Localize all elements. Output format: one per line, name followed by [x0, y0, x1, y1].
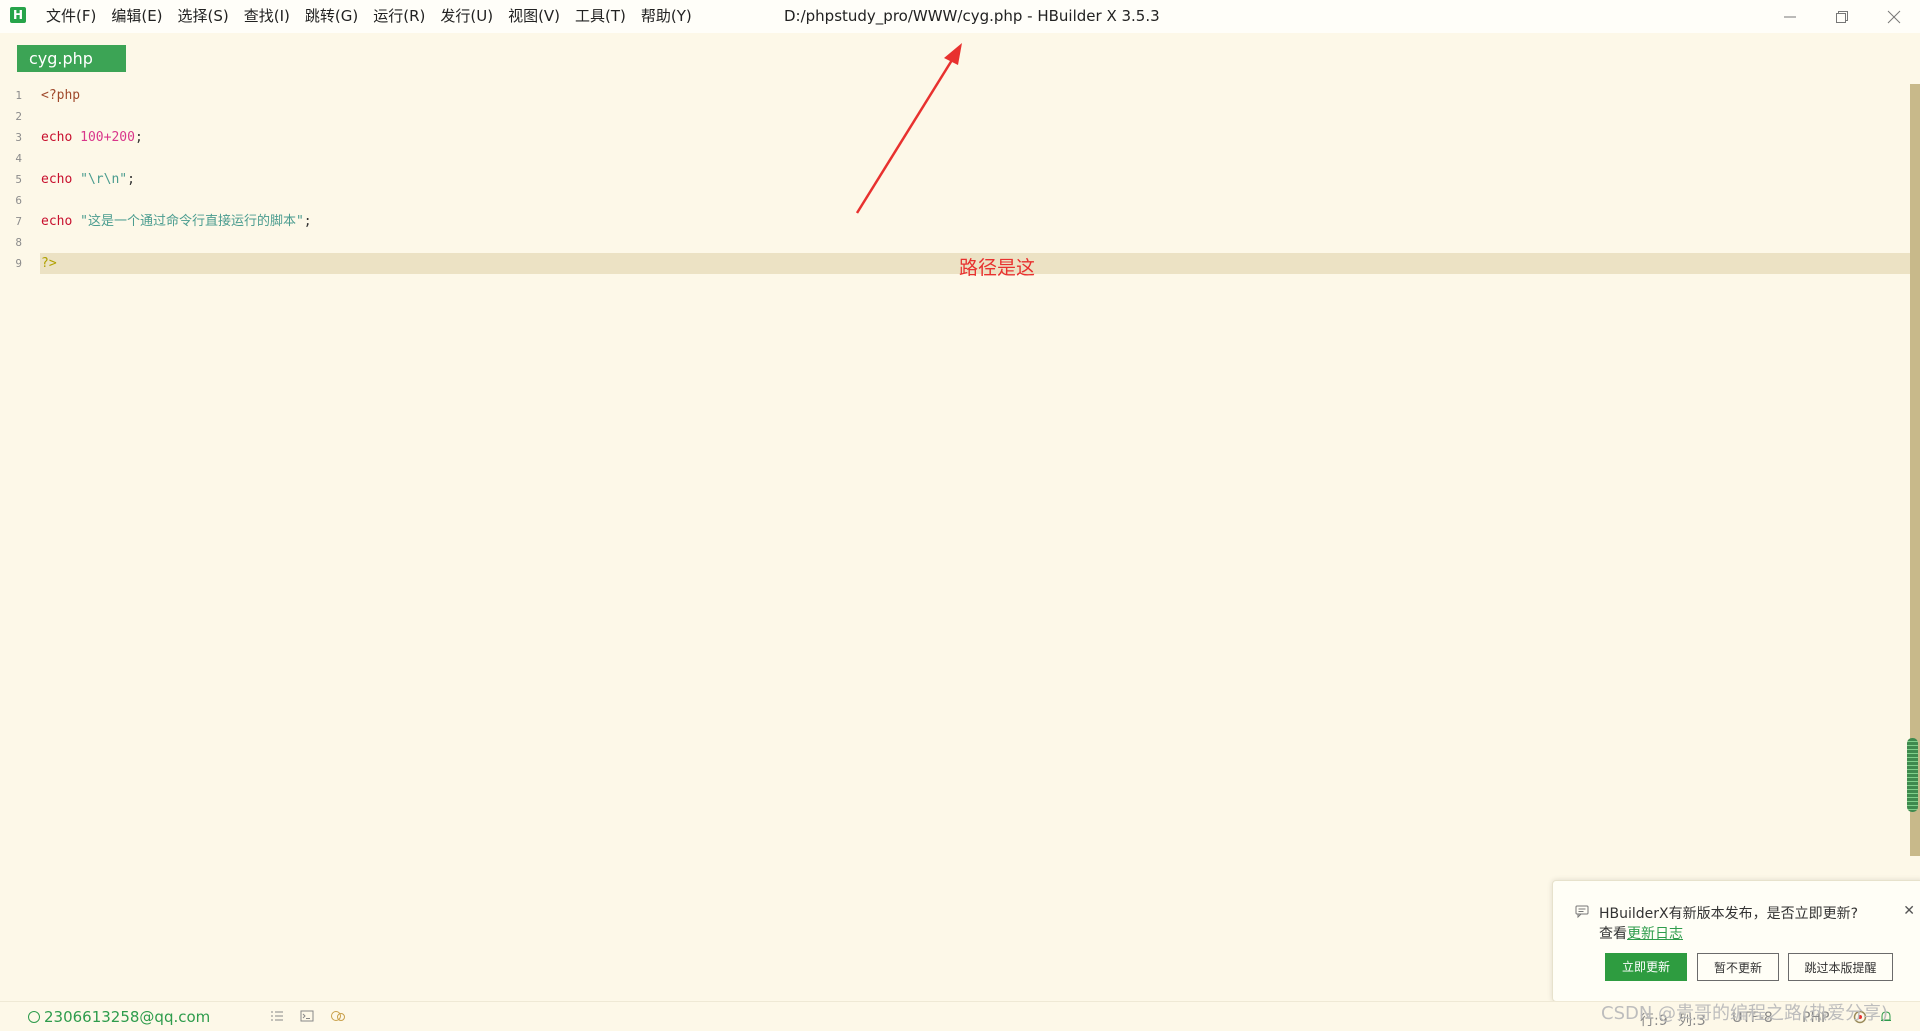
keyword: echo	[41, 130, 73, 145]
menu-edit[interactable]: 编辑(E)	[111, 0, 171, 33]
annotation-arrow	[855, 43, 962, 214]
restore-button[interactable]	[1816, 0, 1868, 33]
notification-close-icon[interactable]: ✕	[1903, 903, 1915, 919]
window-controls	[1764, 0, 1920, 33]
punctuation: ;	[134, 130, 143, 145]
changelog-prefix: 查看	[1599, 926, 1627, 942]
code-line-active: 9 ?>	[0, 253, 1910, 274]
window-title: D:/phpstudy_pro/WWW/cyg.php - HBuilder X…	[784, 7, 1160, 25]
line-number: 9	[15, 257, 22, 270]
menu-tools[interactable]: 工具(T)	[575, 0, 635, 33]
update-now-button[interactable]: 立即更新	[1605, 953, 1687, 981]
php-close-tag: ?>	[41, 256, 57, 271]
menu-select[interactable]: 选择(S)	[178, 0, 238, 33]
line-number: 1	[15, 89, 22, 102]
preview-icon[interactable]	[330, 1010, 346, 1025]
csdn-watermark: CSDN @贵哥的编程之路(热爱分享)	[1601, 1003, 1889, 1024]
update-notification: HBuilderX有新版本发布，是否立即更新? 查看更新日志 ✕ 立即更新 暂不…	[1552, 880, 1920, 1002]
menu-run[interactable]: 运行(R)	[373, 0, 434, 33]
menu-bar: 文件(F) 编辑(E) 选择(S) 查找(I) 跳转(G) 运行(R) 发行(U…	[46, 0, 707, 33]
punctuation: ;	[303, 214, 312, 229]
menu-view[interactable]: 视图(V)	[508, 0, 569, 33]
user-account[interactable]: 2306613258@qq.com	[28, 1008, 210, 1026]
restore-icon	[1836, 10, 1848, 23]
close-icon	[1887, 10, 1901, 23]
menu-help[interactable]: 帮助(Y)	[641, 0, 701, 33]
line-number: 5	[15, 173, 22, 186]
minimize-button[interactable]	[1764, 0, 1816, 33]
hbuilder-logo-icon: H	[10, 7, 26, 23]
outline-icon[interactable]	[270, 1010, 284, 1025]
message-icon	[1575, 905, 1589, 922]
line-number: 2	[15, 110, 22, 123]
menu-file[interactable]: 文件(F)	[46, 0, 105, 33]
tab-cyg-php[interactable]: cyg.php	[17, 45, 126, 72]
punctuation: ;	[127, 172, 135, 187]
changelog-link[interactable]: 更新日志	[1627, 926, 1683, 942]
skip-version-button[interactable]: 跳过本版提醒	[1788, 953, 1893, 981]
user-email: 2306613258@qq.com	[44, 1008, 211, 1026]
string-literal: "\r\n"	[80, 172, 128, 187]
line-number: 6	[15, 194, 22, 207]
notification-message: HBuilderX有新版本发布，是否立即更新?	[1599, 906, 1859, 922]
line-number: 8	[15, 236, 22, 249]
menu-find[interactable]: 查找(I)	[244, 0, 299, 33]
vertical-scrollbar-thumb[interactable]	[1907, 738, 1918, 812]
line-number: 3	[15, 131, 22, 144]
title-bar: H 文件(F) 编辑(E) 选择(S) 查找(I) 跳转(G) 运行(R) 发行…	[0, 0, 1920, 34]
number-literal: 100+200	[80, 130, 135, 145]
annotation-text: 路径是这	[959, 257, 1036, 279]
keyword: echo	[41, 214, 73, 229]
php-open-tag: <?php	[41, 88, 81, 103]
terminal-icon[interactable]	[300, 1010, 314, 1025]
line-number: 4	[15, 152, 22, 165]
code-line: 8	[0, 232, 1910, 253]
notification-changelog: 查看更新日志	[1599, 923, 1683, 943]
minimize-icon	[1784, 16, 1796, 17]
user-icon	[28, 1011, 40, 1023]
later-button[interactable]: 暂不更新	[1697, 953, 1779, 981]
line-number: 7	[15, 215, 22, 228]
keyword: echo	[41, 172, 73, 187]
string-literal: "这是一个通过命令行直接运行的脚本"	[80, 214, 304, 229]
menu-goto[interactable]: 跳转(G)	[305, 0, 367, 33]
menu-publish[interactable]: 发行(U)	[440, 0, 502, 33]
close-button[interactable]	[1868, 0, 1920, 33]
